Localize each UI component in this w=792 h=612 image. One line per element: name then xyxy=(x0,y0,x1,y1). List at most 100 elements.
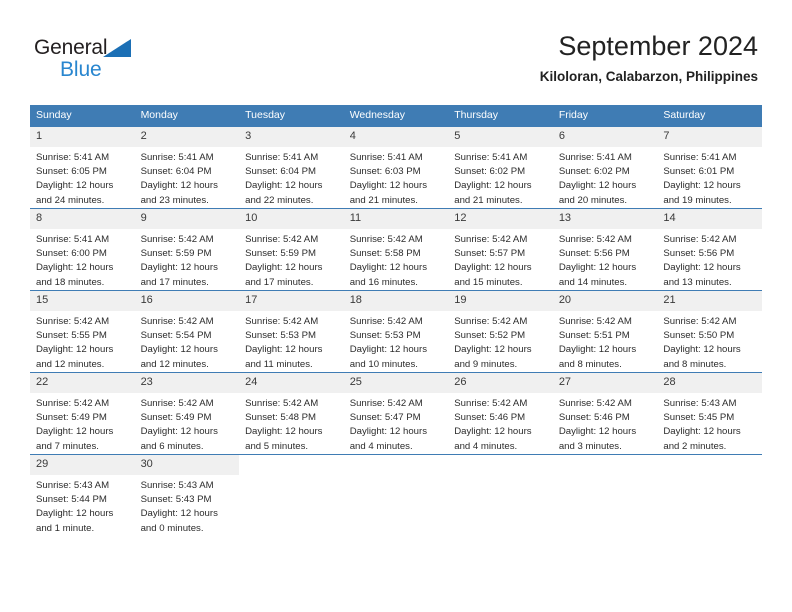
calendar-day-cell[interactable]: 5 Sunrise: 5:41 AM Sunset: 6:02 PM Daylight… xyxy=(448,126,553,209)
day-sun-info: Sunrise: 5:42 AM Sunset: 5:57 PM Daylight:… xyxy=(448,229,553,290)
calendar-day-cell[interactable]: 1 Sunrise: 5:41 AM Sunset: 6:05 PM Daylight… xyxy=(30,126,135,209)
daylight-text: and 24 minutes. xyxy=(36,194,105,206)
sunrise-text: Sunrise: 5:43 AM xyxy=(36,480,110,491)
day-sun-info: Sunrise: 5:42 AM Sunset: 5:59 PM Daylight:… xyxy=(135,229,240,290)
weekday-header-sunday: Sunday xyxy=(30,105,135,127)
calendar-day-cell[interactable]: 14 Sunrise: 5:42 AM Sunset: 5:56 PM Dayligh… xyxy=(657,208,762,291)
sunrise-text: Sunrise: 5:42 AM xyxy=(454,316,528,327)
sunset-text: Sunset: 6:05 PM xyxy=(36,166,107,178)
day-cell-inner: 27 Sunrise: 5:42 AM Sunset: 5:46 PM Dayligh… xyxy=(552,373,658,454)
weekday-header-saturday: Saturday xyxy=(657,105,762,127)
day-number: 27 xyxy=(552,373,658,393)
day-sun-info: Sunrise: 5:41 AM Sunset: 6:05 PM Daylight:… xyxy=(30,147,135,208)
calendar-day-cell-empty xyxy=(552,454,658,536)
day-sun-info: Sunrise: 5:42 AM Sunset: 5:54 PM Daylight:… xyxy=(135,311,240,372)
calendar-week-row: 1 Sunrise: 5:41 AM Sunset: 6:05 PM Daylight… xyxy=(30,126,762,209)
day-cell-inner: 4 Sunrise: 5:41 AM Sunset: 6:03 PM Daylight… xyxy=(343,127,449,208)
sunset-text: Sunset: 6:01 PM xyxy=(663,166,735,178)
sunrise-text: Sunrise: 5:41 AM xyxy=(36,152,110,163)
calendar-day-cell[interactable]: 6 Sunrise: 5:41 AM Sunset: 6:02 PM Daylight… xyxy=(552,126,658,209)
daylight-text: and 19 minutes. xyxy=(663,194,732,206)
day-sun-info: Sunrise: 5:41 AM Sunset: 6:04 PM Daylight:… xyxy=(239,147,344,208)
sunrise-text: Sunrise: 5:42 AM xyxy=(36,316,110,327)
daylight-text: Daylight: 12 hours xyxy=(245,344,323,356)
daylight-text: and 18 minutes. xyxy=(36,276,105,288)
day-cell-inner: 7 Sunrise: 5:41 AM Sunset: 6:01 PM Daylight… xyxy=(657,127,762,208)
calendar-day-cell[interactable]: 22 Sunrise: 5:42 AM Sunset: 5:49 PM Dayligh… xyxy=(30,372,135,455)
daylight-text: and 21 minutes. xyxy=(349,194,418,206)
sunset-text: Sunset: 5:53 PM xyxy=(349,330,421,342)
title-block: September 2024 Kiloloran, Calabarzon, Ph… xyxy=(540,30,758,84)
calendar-day-cell[interactable]: 26 Sunrise: 5:42 AM Sunset: 5:46 PM Dayligh… xyxy=(448,372,553,455)
daylight-text: and 14 minutes. xyxy=(558,276,628,288)
daylight-text: and 22 minutes. xyxy=(245,194,314,206)
calendar-day-cell[interactable]: 2 Sunrise: 5:41 AM Sunset: 6:04 PM Daylight… xyxy=(134,126,240,209)
sunset-text: Sunset: 6:04 PM xyxy=(245,166,317,178)
daylight-text: Daylight: 12 hours xyxy=(663,262,741,274)
calendar-week-row: 8 Sunrise: 5:41 AM Sunset: 6:00 PM Daylight… xyxy=(30,208,762,291)
calendar-day-cell[interactable]: 9 Sunrise: 5:42 AM Sunset: 5:59 PM Daylight… xyxy=(134,208,240,291)
calendar-day-cell[interactable]: 30 Sunrise: 5:43 AM Sunset: 5:43 PM Dayligh… xyxy=(134,454,240,536)
daylight-text: and 13 minutes. xyxy=(663,276,732,288)
day-number: 14 xyxy=(657,209,762,229)
daylight-text: and 8 minutes. xyxy=(663,358,727,370)
sunset-text: Sunset: 5:56 PM xyxy=(663,248,735,260)
day-number xyxy=(344,455,449,475)
calendar-day-cell[interactable]: 15 Sunrise: 5:42 AM Sunset: 5:55 PM Dayligh… xyxy=(30,290,135,373)
calendar-day-cell[interactable]: 10 Sunrise: 5:42 AM Sunset: 5:59 PM Dayligh… xyxy=(239,208,344,291)
weekday-header-wednesday: Wednesday xyxy=(343,105,449,127)
calendar-day-cell[interactable]: 21 Sunrise: 5:42 AM Sunset: 5:50 PM Dayligh… xyxy=(657,290,762,373)
sunrise-text: Sunrise: 5:42 AM xyxy=(558,234,632,245)
sunrise-text: Sunrise: 5:42 AM xyxy=(245,316,319,327)
calendar-day-cell[interactable]: 12 Sunrise: 5:42 AM Sunset: 5:57 PM Dayligh… xyxy=(448,208,553,291)
calendar-day-cell[interactable]: 25 Sunrise: 5:42 AM Sunset: 5:47 PM Dayligh… xyxy=(343,372,449,455)
day-cell-inner: 8 Sunrise: 5:41 AM Sunset: 6:00 PM Daylight… xyxy=(30,209,135,290)
sunset-text: Sunset: 5:59 PM xyxy=(245,248,317,260)
calendar-day-cell[interactable]: 4 Sunrise: 5:41 AM Sunset: 6:03 PM Daylight… xyxy=(343,126,449,209)
calendar-day-cell[interactable]: 7 Sunrise: 5:41 AM Sunset: 6:01 PM Daylight… xyxy=(657,126,762,209)
day-cell-inner: 24 Sunrise: 5:42 AM Sunset: 5:48 PM Dayligh… xyxy=(239,373,344,454)
daylight-text: and 16 minutes. xyxy=(349,276,418,288)
calendar-day-cell[interactable]: 18 Sunrise: 5:42 AM Sunset: 5:53 PM Dayligh… xyxy=(343,290,449,373)
sunrise-text: Sunrise: 5:43 AM xyxy=(140,480,214,491)
daylight-text: Daylight: 12 hours xyxy=(140,180,218,192)
calendar-day-cell-empty xyxy=(448,454,553,536)
day-sun-info: Sunrise: 5:41 AM Sunset: 6:02 PM Daylight:… xyxy=(553,147,658,208)
daylight-text: Daylight: 12 hours xyxy=(558,180,637,192)
day-sun-info xyxy=(344,475,449,479)
calendar-day-cell[interactable]: 24 Sunrise: 5:42 AM Sunset: 5:48 PM Dayligh… xyxy=(239,372,344,455)
day-cell-inner: 5 Sunrise: 5:41 AM Sunset: 6:02 PM Daylight… xyxy=(448,127,553,208)
sunset-text: Sunset: 5:45 PM xyxy=(663,412,735,424)
calendar-day-cell[interactable]: 16 Sunrise: 5:42 AM Sunset: 5:54 PM Dayligh… xyxy=(134,290,240,373)
calendar-day-cell[interactable]: 23 Sunrise: 5:42 AM Sunset: 5:49 PM Dayligh… xyxy=(134,372,240,455)
day-sun-info: Sunrise: 5:42 AM Sunset: 5:59 PM Daylight:… xyxy=(239,229,344,290)
day-number: 20 xyxy=(552,291,658,311)
daylight-text: and 9 minutes. xyxy=(454,358,518,370)
calendar-day-cell[interactable]: 13 Sunrise: 5:42 AM Sunset: 5:56 PM Dayligh… xyxy=(552,208,658,291)
day-number: 23 xyxy=(134,373,240,393)
day-sun-info: Sunrise: 5:42 AM Sunset: 5:47 PM Daylight:… xyxy=(344,393,449,454)
day-sun-info: Sunrise: 5:42 AM Sunset: 5:53 PM Daylight:… xyxy=(344,311,449,372)
calendar-day-cell[interactable]: 8 Sunrise: 5:41 AM Sunset: 6:00 PM Daylight… xyxy=(30,208,135,291)
day-number xyxy=(553,455,658,475)
day-number: 5 xyxy=(448,127,553,147)
calendar-day-cell[interactable]: 20 Sunrise: 5:42 AM Sunset: 5:51 PM Dayligh… xyxy=(552,290,658,373)
calendar-day-cell[interactable]: 17 Sunrise: 5:42 AM Sunset: 5:53 PM Dayligh… xyxy=(239,290,344,373)
day-cell-inner: 25 Sunrise: 5:42 AM Sunset: 5:47 PM Dayligh… xyxy=(343,373,449,454)
calendar-day-cell[interactable]: 28 Sunrise: 5:43 AM Sunset: 5:45 PM Dayligh… xyxy=(657,372,762,455)
daylight-text: Daylight: 12 hours xyxy=(349,344,428,356)
day-number: 10 xyxy=(239,209,344,229)
day-sun-info: Sunrise: 5:42 AM Sunset: 5:50 PM Daylight:… xyxy=(657,311,762,372)
calendar-header-row: Sunday Monday Tuesday Wednesday Thursday… xyxy=(30,105,762,127)
sunset-text: Sunset: 6:04 PM xyxy=(140,166,212,178)
calendar-day-cell[interactable]: 3 Sunrise: 5:41 AM Sunset: 6:04 PM Daylight… xyxy=(239,126,344,209)
calendar-day-cell[interactable]: 29 Sunrise: 5:43 AM Sunset: 5:44 PM Dayligh… xyxy=(30,454,135,536)
sunrise-text: Sunrise: 5:42 AM xyxy=(349,398,423,409)
calendar-day-cell[interactable]: 11 Sunrise: 5:42 AM Sunset: 5:58 PM Dayligh… xyxy=(343,208,449,291)
calendar-day-cell-empty xyxy=(343,454,449,536)
generalblue-logo[interactable]: General Blue xyxy=(34,36,164,86)
calendar-day-cell[interactable]: 19 Sunrise: 5:42 AM Sunset: 5:52 PM Dayligh… xyxy=(448,290,553,373)
day-number: 29 xyxy=(30,455,135,475)
calendar-day-cell[interactable]: 27 Sunrise: 5:42 AM Sunset: 5:46 PM Dayligh… xyxy=(552,372,658,455)
day-number: 2 xyxy=(134,127,240,147)
